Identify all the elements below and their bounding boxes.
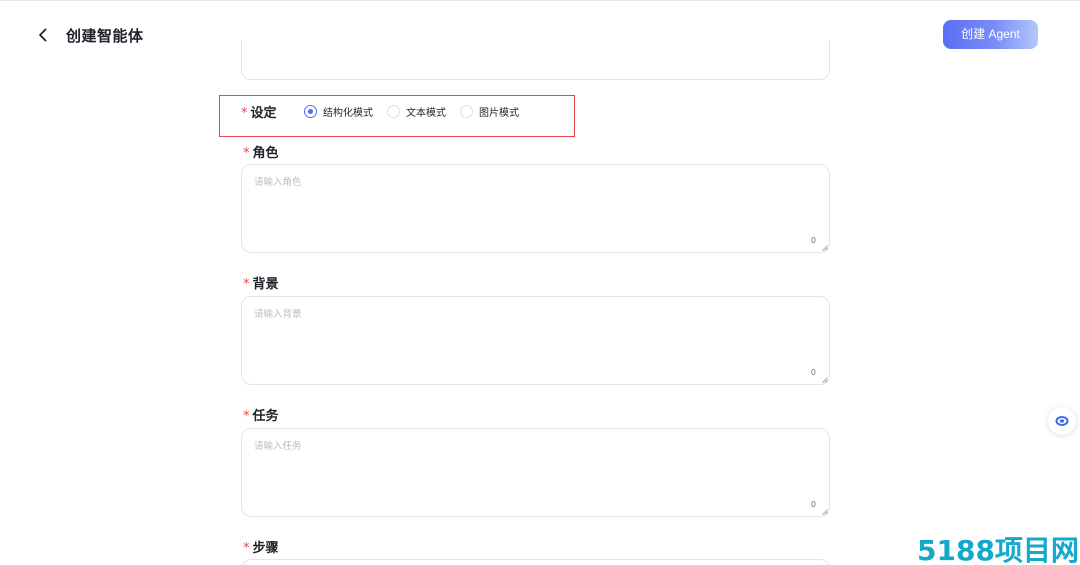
resize-handle-icon[interactable] bbox=[822, 245, 828, 251]
radio-unchecked-icon bbox=[460, 104, 473, 118]
required-mark: * bbox=[243, 541, 250, 556]
background-label-text: 背景 bbox=[252, 277, 279, 292]
back-button[interactable] bbox=[34, 26, 52, 44]
required-mark: * bbox=[243, 146, 250, 161]
setting-label-text: 设定 bbox=[250, 106, 277, 121]
setting-mode-radio-group: 结构化模式 文本模式 图片模式 bbox=[304, 103, 533, 119]
char-counter: 0 bbox=[810, 500, 816, 509]
setting-label: * 设定 bbox=[241, 102, 277, 121]
page-title: 创建智能体 bbox=[66, 27, 144, 45]
radio-label: 图片模式 bbox=[479, 107, 519, 119]
char-counter: 0 bbox=[810, 236, 816, 245]
required-mark: * bbox=[241, 106, 248, 121]
required-mark: * bbox=[243, 409, 250, 424]
steps-textarea[interactable] bbox=[241, 559, 830, 565]
role-label-text: 角色 bbox=[252, 146, 279, 161]
steps-label-text: 步骤 bbox=[252, 541, 279, 556]
resize-handle-icon[interactable] bbox=[822, 377, 828, 383]
steps-label: * 步骤 bbox=[243, 537, 279, 556]
assistant-icon bbox=[1055, 416, 1069, 426]
radio-label: 文本模式 bbox=[406, 107, 446, 119]
radio-checked-icon bbox=[304, 104, 317, 118]
svg-text:5188项目网: 5188项目网 bbox=[917, 535, 1077, 563]
chevron-left-icon bbox=[39, 28, 47, 42]
radio-unchecked-icon bbox=[387, 104, 400, 118]
radio-structured-mode[interactable]: 结构化模式 bbox=[304, 104, 373, 119]
required-mark: * bbox=[243, 277, 250, 292]
task-textarea[interactable]: 请输入任务 0 bbox=[241, 428, 830, 517]
background-textarea[interactable]: 请输入背景 0 bbox=[241, 296, 830, 385]
radio-text-mode[interactable]: 文本模式 bbox=[387, 104, 446, 119]
watermark-logo: 5188项目网 bbox=[917, 535, 1077, 563]
resize-handle-icon[interactable] bbox=[822, 509, 828, 515]
radio-image-mode[interactable]: 图片模式 bbox=[460, 104, 519, 119]
create-agent-button[interactable]: 创建 Agent bbox=[943, 20, 1038, 49]
assistant-float-button[interactable] bbox=[1048, 407, 1076, 435]
previous-textarea[interactable] bbox=[241, 40, 830, 80]
task-label: * 任务 bbox=[243, 405, 279, 424]
task-label-text: 任务 bbox=[252, 409, 279, 424]
radio-label: 结构化模式 bbox=[323, 107, 373, 119]
role-label: * 角色 bbox=[243, 142, 279, 161]
char-counter: 0 bbox=[810, 368, 816, 377]
background-label: * 背景 bbox=[243, 273, 279, 292]
role-placeholder: 请输入角色 bbox=[254, 177, 302, 188]
task-placeholder: 请输入任务 bbox=[254, 441, 302, 452]
background-placeholder: 请输入背景 bbox=[254, 309, 302, 320]
role-textarea[interactable]: 请输入角色 0 bbox=[241, 164, 830, 253]
